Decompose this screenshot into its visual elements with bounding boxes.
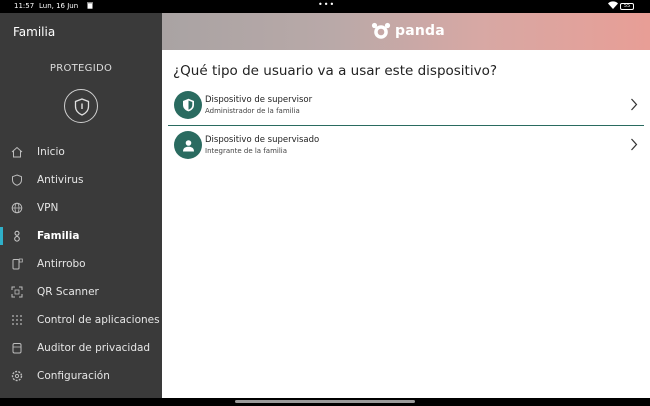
option-divider xyxy=(168,125,644,126)
status-time: 11:57 xyxy=(14,2,35,10)
sidebar-item-label: Control de aplicaciones xyxy=(37,314,160,326)
family-icon xyxy=(11,230,23,242)
trash-icon xyxy=(87,2,93,11)
sidebar-item-label: VPN xyxy=(37,202,59,214)
gear-icon xyxy=(11,370,23,382)
status-bar: 11:57 Lun, 16 Jun ••• 55 xyxy=(0,0,650,13)
home-gesture-handle[interactable] xyxy=(235,400,415,403)
sidebar-item-auditor-privacidad[interactable]: Auditor de privacidad xyxy=(0,334,162,362)
chevron-right-icon xyxy=(630,136,638,155)
status-date: Lun, 16 Jun xyxy=(39,2,79,10)
page-title: ¿Qué tipo de usuario va a usar este disp… xyxy=(173,63,498,79)
qr-icon xyxy=(11,286,23,298)
option-subtitle: Administrador de la familia xyxy=(205,107,300,115)
chevron-right-icon xyxy=(630,96,638,115)
sidebar-item-label: Configuración xyxy=(37,370,110,382)
option-supervisor-device[interactable]: Dispositivo de supervisor Administrador … xyxy=(168,87,644,123)
option-supervised-device[interactable]: Dispositivo de supervisado Integrante de… xyxy=(168,127,644,163)
option-subtitle: Integrante de la familia xyxy=(205,147,288,155)
sidebar-item-qr-scanner[interactable]: QR Scanner xyxy=(0,278,162,306)
wifi-icon xyxy=(608,1,618,12)
shield-icon xyxy=(174,91,202,119)
apps-grid-icon xyxy=(11,314,23,326)
sidebar-item-label: Antirrobo xyxy=(37,258,86,270)
sidebar-item-antirrobo[interactable]: Antirrobo xyxy=(0,250,162,278)
header-banner: panda xyxy=(162,13,650,50)
shield-icon xyxy=(11,174,23,186)
protection-status: PROTEGIDO xyxy=(49,63,113,74)
option-title: Dispositivo de supervisado xyxy=(205,135,320,145)
person-icon xyxy=(174,131,202,159)
panda-logo-icon xyxy=(371,22,391,39)
home-icon xyxy=(11,146,23,158)
sidebar-item-label: Auditor de privacidad xyxy=(37,342,151,354)
sidebar-item-label: Familia xyxy=(37,230,80,242)
sidebar-title: Familia xyxy=(13,25,56,39)
sidebar-item-label: Inicio xyxy=(37,146,65,158)
sidebar-item-label: QR Scanner xyxy=(37,286,99,298)
sidebar-item-control-aplicaciones[interactable]: Control de aplicaciones xyxy=(0,306,162,334)
option-title: Dispositivo de supervisor xyxy=(205,95,313,105)
database-icon xyxy=(11,342,23,354)
sidebar-item-antivirus[interactable]: Antivirus xyxy=(0,166,162,194)
logo-text: panda xyxy=(395,23,445,39)
battery-icon: 55 xyxy=(620,3,634,10)
sidebar-item-vpn[interactable]: VPN xyxy=(0,194,162,222)
globe-icon xyxy=(11,202,23,214)
sidebar-item-familia[interactable]: Familia xyxy=(0,222,162,250)
main-content: panda ¿Qué tipo de usuario va a usar est… xyxy=(162,13,650,398)
sidebar: Familia PROTEGIDO Inicio Antivirus VPN F… xyxy=(0,13,162,398)
sidebar-item-label: Antivirus xyxy=(37,174,84,186)
panda-logo: panda xyxy=(371,22,445,40)
phone-lock-icon xyxy=(11,258,23,270)
sidebar-item-configuracion[interactable]: Configuración xyxy=(0,362,162,390)
protection-shield-icon xyxy=(64,89,98,123)
sidebar-item-inicio[interactable]: Inicio xyxy=(0,138,162,166)
sidebar-nav: Inicio Antivirus VPN Familia Antirrobo Q… xyxy=(0,138,162,390)
more-dots-icon: ••• xyxy=(318,0,336,9)
system-navigation-bar xyxy=(0,398,650,406)
